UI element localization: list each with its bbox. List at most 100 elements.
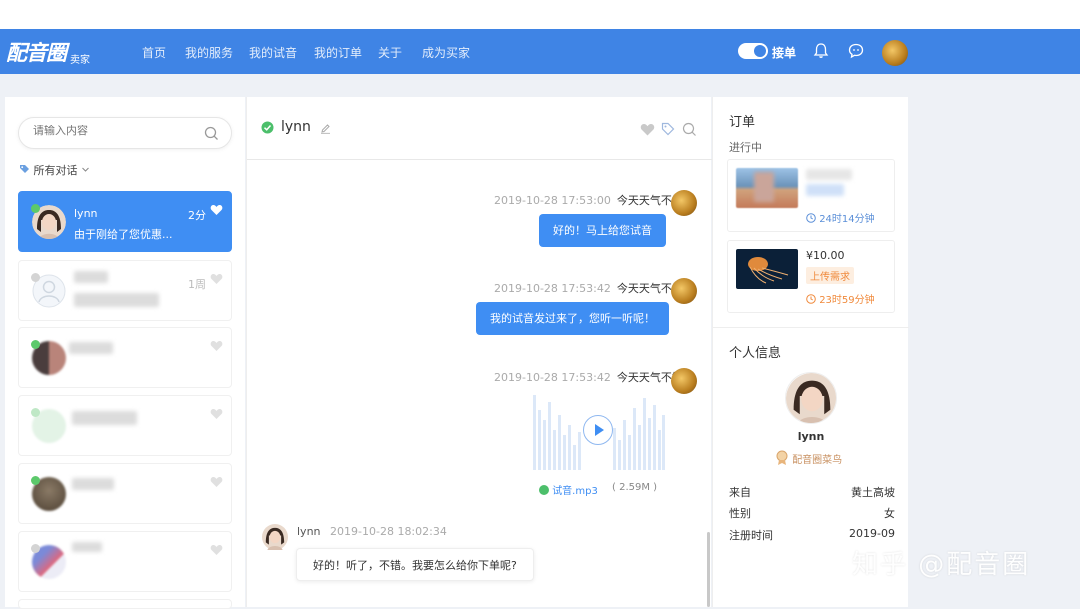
blurred-name: [69, 342, 113, 354]
sender-avatar[interactable]: [671, 190, 697, 216]
heart-icon[interactable]: [210, 544, 223, 556]
search-icon[interactable]: [204, 126, 219, 141]
nav-become-buyer[interactable]: 成为买家: [422, 44, 470, 61]
message-bubble: 我的试音发过来了，您听一听呢！: [476, 302, 669, 335]
message-bubble: 好的！马上给您试音: [539, 214, 666, 247]
search-icon[interactable]: [682, 122, 697, 137]
heart-icon[interactable]: [210, 340, 223, 352]
info-panel: 订单 进行中 24时14分钟 ¥10.00 上传需求 23时59分钟 个人信息 …: [712, 97, 909, 607]
blurred-price: [806, 169, 852, 180]
info-label: 注册时间: [729, 529, 773, 542]
bell-icon[interactable]: [811, 41, 831, 61]
contact-name: lynn: [74, 207, 98, 220]
conversation-item-lynn[interactable]: lynn 由于刚给了您优惠... 2分: [18, 191, 232, 252]
heart-icon[interactable]: [210, 408, 223, 420]
chat-panel: lynn 2019-10-28 17:53:00 今天天气不错 好的！马上给您试音…: [246, 97, 712, 607]
heart-icon[interactable]: [210, 273, 223, 285]
blurred-preview: [74, 293, 159, 307]
conversation-item[interactable]: [18, 395, 232, 456]
top-navbar: 配音圈 卖家 首页 我的服务 我的试音 我的订单 关于 成为买家 接单: [0, 29, 1080, 74]
conversation-item[interactable]: [18, 463, 232, 524]
chat-header: lynn: [247, 97, 712, 160]
conversation-item[interactable]: 1周: [18, 260, 232, 321]
info-label: 性别: [729, 507, 751, 520]
user-avatar[interactable]: [882, 40, 908, 66]
info-value: 女: [884, 507, 895, 520]
profile-photo: [786, 373, 836, 423]
toggle-knob: [754, 45, 766, 57]
logo[interactable]: 配音圈: [6, 37, 67, 67]
info-value: 黄土高坡: [851, 486, 895, 499]
sender-avatar[interactable]: [671, 278, 697, 304]
tag-icon: [20, 165, 29, 173]
top-margin: [0, 0, 1080, 29]
conversation-panel: 所有对话 lynn 由于刚给了您优惠... 2分 1周: [5, 97, 245, 609]
offline-indicator: [31, 544, 40, 553]
info-row-registered: 注册时间 2019-09: [729, 527, 895, 543]
level-badge: 配音圈菜鸟: [775, 450, 842, 466]
accept-orders-toggle[interactable]: [738, 43, 768, 59]
order-price: ¥10.00: [806, 249, 845, 262]
nav-about[interactable]: 关于: [378, 44, 402, 61]
nav-my-services[interactable]: 我的服务: [185, 44, 233, 61]
audio-file-name: 试音.mp3: [552, 486, 598, 497]
info-label: 来自: [729, 486, 751, 499]
message-timestamp: 2019-10-28 18:02:34: [330, 525, 447, 538]
blurred-name: [72, 411, 137, 425]
info-row-gender: 性别 女: [729, 505, 895, 521]
contact-avatar[interactable]: [262, 524, 288, 550]
message-timestamp: 2019-10-28 17:53:42: [494, 282, 611, 295]
order-card[interactable]: 24时14分钟: [727, 159, 895, 232]
message-time: 1周: [188, 278, 206, 291]
order-tag: 上传需求: [806, 267, 854, 284]
profile-avatar: [785, 372, 837, 424]
message-bubble: 好的！听了，不错。我要怎么给你下单呢?: [296, 548, 534, 581]
heart-icon[interactable]: [210, 204, 223, 216]
nav-home[interactable]: 首页: [142, 44, 166, 61]
conversation-filter[interactable]: 所有对话: [19, 162, 90, 178]
heart-icon[interactable]: [640, 123, 655, 136]
chevron-down-icon: [82, 167, 89, 172]
medal-icon: [776, 450, 788, 465]
conversation-item[interactable]: [18, 599, 232, 609]
blurred-name: [72, 478, 114, 490]
order-section-title: 订单: [729, 115, 756, 130]
message-time: 2分: [188, 209, 206, 222]
online-indicator: [31, 204, 40, 213]
conversation-item[interactable]: [18, 327, 232, 388]
message-timestamp: 2019-10-28 17:53:00: [494, 194, 611, 207]
message-preview: 由于刚给了您优惠...: [74, 228, 173, 241]
level-badge-text: 配音圈菜鸟: [792, 455, 843, 466]
chat-scrollbar[interactable]: [707, 532, 710, 607]
nav-my-auditions[interactable]: 我的试音: [249, 44, 297, 61]
section-divider: [713, 327, 909, 328]
order-card[interactable]: ¥10.00 上传需求 23时59分钟: [727, 240, 895, 313]
sender-name: lynn: [297, 525, 321, 538]
conversation-item[interactable]: [18, 531, 232, 592]
verified-icon: [261, 121, 274, 134]
message-meta: 2019-10-28 17:53:42 今天天气不错: [494, 369, 683, 385]
edit-icon[interactable]: [320, 123, 331, 134]
nav-my-orders[interactable]: 我的订单: [314, 44, 362, 61]
play-icon: [595, 424, 604, 436]
sender-avatar[interactable]: [671, 368, 697, 394]
audio-file[interactable]: 试音.mp3: [539, 482, 598, 497]
clock-icon: [806, 294, 816, 304]
search-input[interactable]: [33, 125, 193, 137]
play-button[interactable]: [583, 415, 613, 445]
blurred-name: [72, 542, 102, 552]
tag-icon[interactable]: [661, 122, 675, 136]
filter-label: 所有对话: [33, 164, 78, 177]
info-value: 2019-09: [849, 527, 895, 540]
heart-icon[interactable]: [210, 476, 223, 488]
audio-file-size: ( 2.59M ): [612, 482, 658, 493]
order-timer: 23时59分钟: [806, 291, 875, 306]
message-meta: lynn 2019-10-28 18:02:34: [297, 525, 447, 538]
blurred-tag: [806, 184, 844, 196]
chat-bubble-icon[interactable]: [846, 41, 866, 61]
offline-indicator: [31, 273, 40, 282]
info-row-origin: 来自 黄土高坡: [729, 484, 895, 500]
order-timer-text: 23时59分钟: [819, 295, 875, 306]
clock-icon: [806, 213, 816, 223]
search-box[interactable]: [18, 117, 232, 149]
